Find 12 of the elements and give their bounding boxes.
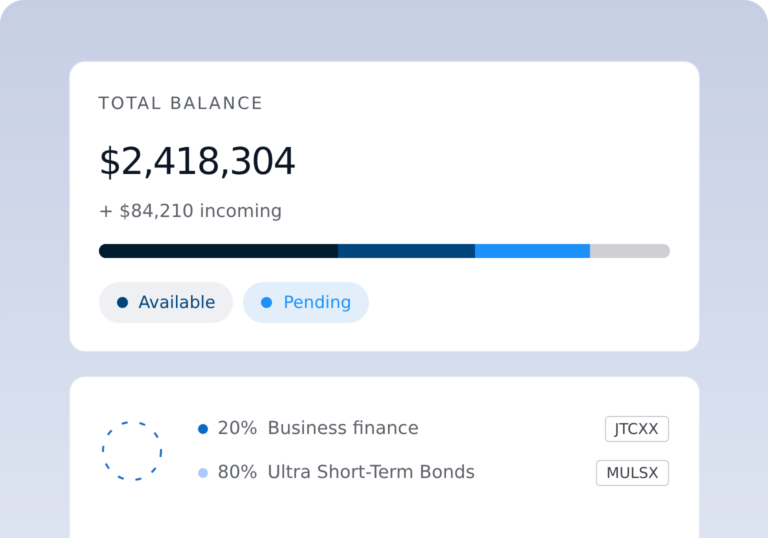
allocation-name: Ultra Short-Term Bonds <box>268 462 475 483</box>
allocation-percent: 80% <box>218 462 258 483</box>
ticker-tag: MULSX <box>596 460 668 486</box>
ticker-tag: JTCXX <box>604 416 668 442</box>
balance-amount: $2,418,304 <box>98 140 296 183</box>
donut-drawing <box>100 418 164 482</box>
legend-label: Pending <box>283 292 352 312</box>
allocation-percent: 20% <box>218 418 258 439</box>
allocation-name: Business finance <box>268 418 419 439</box>
incoming-amount: + $84,210 incoming <box>98 201 284 222</box>
balance-label: TOTAL BALANCE <box>98 94 265 114</box>
legend-label: Available <box>138 292 216 312</box>
